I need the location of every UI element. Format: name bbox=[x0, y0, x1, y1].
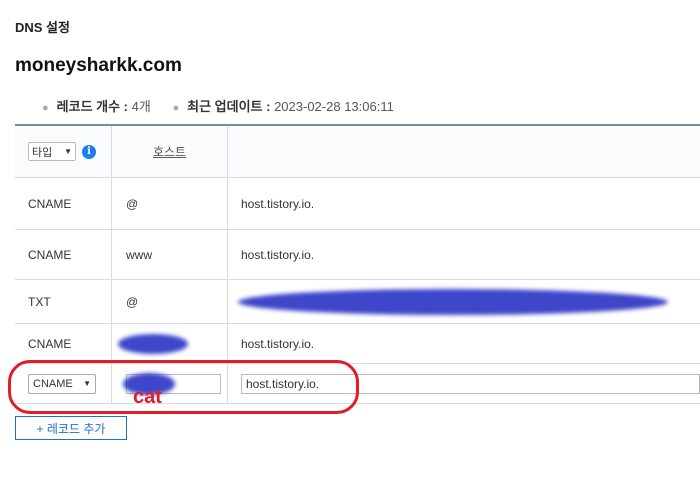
annotation-label: cat bbox=[133, 386, 162, 408]
type-cell: CNAME bbox=[28, 247, 72, 262]
redacted-host-scribble bbox=[118, 333, 188, 354]
table-row: CNAME @ host.tistory.io. bbox=[15, 178, 700, 230]
table-row: CNAME host.tistory.io. bbox=[15, 324, 700, 364]
record-count-value: 4개 bbox=[131, 99, 151, 114]
host-cell bbox=[111, 324, 227, 363]
type-cell: TXT bbox=[28, 294, 51, 309]
host-header[interactable]: 호스트 bbox=[153, 143, 186, 160]
bullet-icon: ● bbox=[42, 102, 49, 114]
type-filter-label: 타입 bbox=[32, 146, 53, 159]
table-header-row: 타입 ▼ i 호스트 bbox=[15, 126, 700, 178]
type-header-cell: 타입 ▼ i bbox=[15, 126, 111, 177]
bullet-icon: ● bbox=[172, 102, 180, 114]
domain-title: moneysharkk.com bbox=[15, 55, 182, 76]
host-header-cell[interactable]: 호스트 bbox=[111, 126, 227, 177]
host-cell: www bbox=[111, 230, 227, 279]
record-count-label: 레코드 개수 : bbox=[56, 99, 129, 114]
table-row: CNAME www host.tistory.io. bbox=[15, 230, 700, 280]
value-header-cell bbox=[227, 126, 700, 177]
annotation-highlight-ellipse bbox=[8, 360, 359, 414]
chevron-down-icon: ▼ bbox=[64, 147, 72, 156]
type-cell: CNAME bbox=[28, 196, 72, 211]
type-cell: CNAME bbox=[28, 336, 72, 351]
section-title: DNS 설정 bbox=[15, 20, 70, 35]
value-cell: host.tistory.io. bbox=[227, 324, 700, 363]
last-updated: ● 최근 업데이트 : 2023-02-28 13:06:11 bbox=[172, 96, 393, 115]
info-icon[interactable]: i bbox=[82, 144, 96, 159]
value-cell: host.tistory.io. bbox=[227, 230, 700, 279]
table-row: TXT @ bbox=[15, 280, 700, 324]
updated-value: 2023-02-28 13:06:11 bbox=[274, 99, 394, 114]
redacted-value-scribble bbox=[238, 288, 668, 315]
host-cell: @ bbox=[111, 178, 227, 229]
record-count: ● 레코드 개수 : 4개 bbox=[42, 96, 151, 115]
record-meta: ● 레코드 개수 : 4개 ● 최근 업데이트 : 2023-02-28 13:06… bbox=[42, 96, 412, 115]
value-cell bbox=[227, 280, 700, 323]
add-record-button[interactable]: + 레코드 추가 bbox=[15, 416, 127, 440]
value-cell: host.tistory.io. bbox=[227, 178, 700, 229]
updated-label: 최근 업데이트 : bbox=[187, 99, 271, 114]
type-filter-select[interactable]: 타입 ▼ bbox=[28, 142, 76, 161]
host-cell: @ bbox=[111, 280, 227, 323]
